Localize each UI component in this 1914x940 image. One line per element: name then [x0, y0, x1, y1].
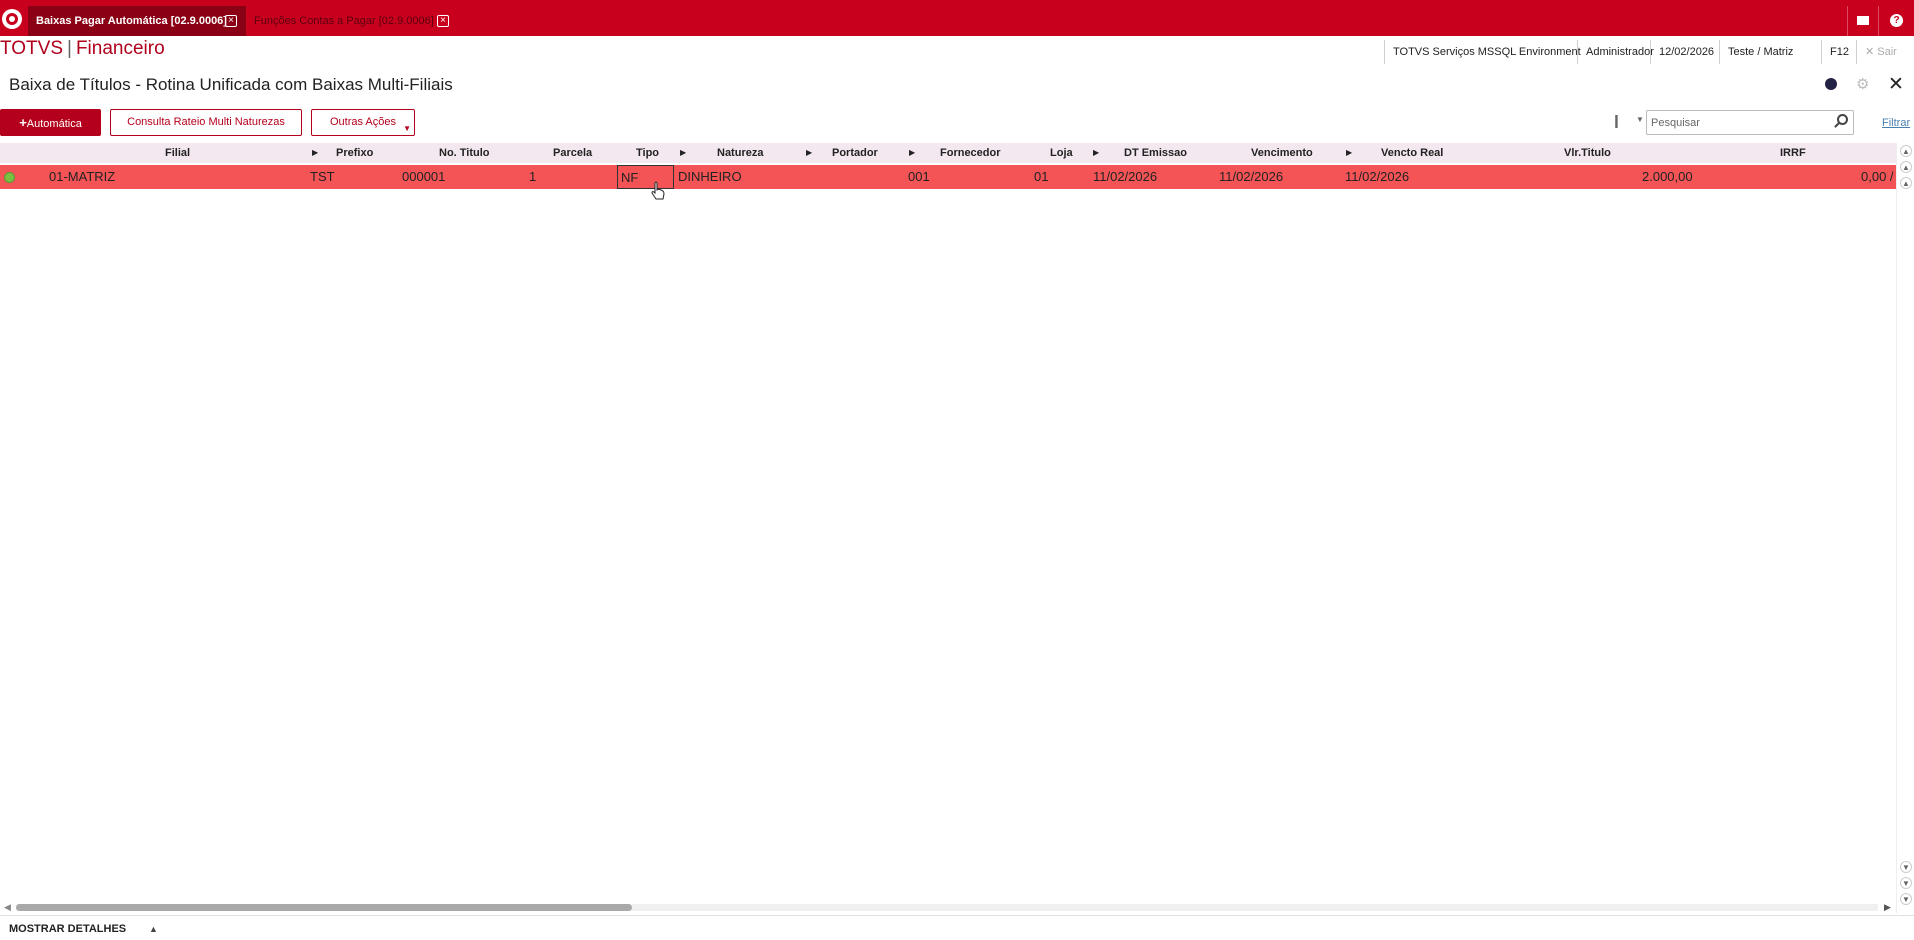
table-row[interactable]: 01-MATRIZ TST 000001 1 NF DINHEIRO 001 0… — [0, 165, 1896, 189]
page-up-icon[interactable]: ▲ — [1900, 161, 1912, 173]
brand-name: TOTVS — [0, 38, 63, 59]
gear-icon[interactable]: ⚙ — [1856, 75, 1869, 93]
exit-label: Sair — [1877, 46, 1897, 58]
sort-arrow-icon[interactable]: ▶ — [1346, 143, 1352, 163]
filter-link[interactable]: Filtrar — [1882, 117, 1910, 129]
indicator-dot-icon[interactable] — [1825, 78, 1837, 90]
column-header-parcela[interactable]: Parcela — [553, 143, 592, 163]
column-header-vlr-titulo[interactable]: Vlr.Titulo — [1564, 143, 1611, 163]
cell-vencimento[interactable]: 11/02/2026 — [1219, 165, 1283, 189]
column-header-irrf[interactable]: IRRF — [1780, 143, 1806, 163]
cell-parcela[interactable]: 1 — [529, 165, 536, 189]
search-icon[interactable] — [1837, 114, 1848, 125]
sort-arrow-icon[interactable]: ▶ — [909, 143, 915, 163]
outras-acoes-label: Outras Ações — [329, 116, 397, 128]
f12-button[interactable]: F12 — [1821, 40, 1849, 64]
brand-separator: | — [67, 38, 72, 59]
user-label[interactable]: Administrador — [1577, 40, 1654, 64]
scroll-right-icon[interactable]: ▶ — [1884, 902, 1891, 913]
date-label[interactable]: 12/02/2026 — [1650, 40, 1714, 64]
automatica-label: Automática — [26, 118, 82, 130]
branch-label[interactable]: Teste / Matriz — [1719, 40, 1793, 64]
vertical-scrollbar[interactable]: ▲ ▲ ▲ ▼ ▼ ▼ — [1896, 143, 1914, 913]
horizontal-scrollbar[interactable]: ◀ ▶ — [0, 902, 1896, 913]
close-tab-icon[interactable]: × — [437, 15, 449, 27]
column-header-no-titulo[interactable]: No. Titulo — [439, 143, 490, 163]
sort-arrow-icon[interactable]: ▶ — [680, 143, 686, 163]
column-header-natureza[interactable]: Natureza — [717, 143, 763, 163]
scroll-down-icon[interactable]: ▼ — [1900, 861, 1912, 873]
cell-tipo[interactable]: NF — [617, 165, 674, 189]
column-header-tipo[interactable]: Tipo — [636, 143, 659, 163]
column-header-vencimento[interactable]: Vencimento — [1251, 143, 1313, 163]
column-header-prefixo[interactable]: Prefixo — [336, 143, 373, 163]
scroll-top-icon[interactable]: ▲ — [1900, 145, 1912, 157]
help-icon[interactable]: ? — [1878, 6, 1914, 36]
scroll-up-icon[interactable]: ▲ — [1900, 177, 1912, 189]
search-input[interactable] — [1646, 110, 1854, 135]
sort-arrow-icon[interactable]: ▶ — [806, 143, 812, 163]
chevron-down-icon: ▼ — [403, 124, 411, 133]
scrollbar-thumb[interactable] — [16, 904, 632, 911]
status-dot-icon — [4, 172, 15, 183]
status-bar: TOTVS Serviços MSSQL Environment Adminis… — [1384, 40, 1914, 64]
sort-arrow-icon[interactable]: ▶ — [312, 143, 318, 163]
hand-cursor-icon — [651, 181, 665, 200]
chevron-down-icon[interactable]: ▼ — [1636, 115, 1644, 124]
column-header-filial[interactable]: Filial — [165, 143, 190, 163]
plus-icon: + — [19, 115, 27, 130]
cell-prefixo[interactable]: TST — [310, 165, 335, 189]
tab-label: Baixas Pagar Automática [02.9.0006] — [36, 15, 227, 27]
cell-fornecedor[interactable]: 001 — [908, 165, 930, 189]
show-details-toggle[interactable]: MOSTRAR DETALHES — [9, 923, 126, 935]
columns-icon[interactable]: ||| — [1614, 112, 1619, 128]
column-header-fornecedor[interactable]: Fornecedor — [940, 143, 1001, 163]
cell-loja[interactable]: 01 — [1034, 165, 1048, 189]
cell-irrf[interactable]: 0,00 / — [1861, 165, 1894, 189]
tab-label: Funções Contas a Pagar [02.9.0006] — [254, 15, 434, 27]
close-tab-icon[interactable]: × — [225, 15, 237, 27]
cell-vencto-real[interactable]: 11/02/2026 — [1345, 165, 1409, 189]
environment-label[interactable]: TOTVS Serviços MSSQL Environment — [1384, 40, 1581, 64]
brand: TOTVS | Financeiro — [0, 38, 165, 60]
chevron-up-icon[interactable]: ▲ — [149, 924, 158, 934]
exit-button[interactable]: ✕ Sair — [1856, 40, 1897, 64]
cell-no-titulo[interactable]: 000001 — [402, 165, 445, 189]
page-down-icon[interactable]: ▼ — [1900, 877, 1912, 889]
tab-bar: Baixas Pagar Automática [02.9.0006] × Fu… — [0, 0, 1914, 36]
automatica-button[interactable]: +Automática — [0, 109, 101, 136]
consulta-rateio-button[interactable]: Consulta Rateio Multi Naturezas — [110, 109, 302, 136]
column-header-dt-emissao[interactable]: DT Emissao — [1124, 143, 1187, 163]
exit-icon: ✕ — [1865, 46, 1875, 58]
close-icon[interactable]: ✕ — [1888, 73, 1904, 96]
scroll-bottom-icon[interactable]: ▼ — [1900, 893, 1912, 905]
column-header-vencto-real[interactable]: Vencto Real — [1381, 143, 1443, 163]
column-header-loja[interactable]: Loja — [1050, 143, 1073, 163]
totvs-logo-icon[interactable] — [0, 0, 26, 36]
mail-icon[interactable] — [1847, 6, 1877, 36]
cell-dt-emissao[interactable]: 11/02/2026 — [1093, 165, 1157, 189]
sort-arrow-icon[interactable]: ▶ — [1093, 143, 1099, 163]
column-header-portador[interactable]: Portador — [832, 143, 878, 163]
outras-acoes-button[interactable]: Outras Ações ▼ — [311, 109, 415, 136]
tab-baixas-pagar[interactable]: Baixas Pagar Automática [02.9.0006] × — [28, 6, 246, 36]
cell-vlr-titulo[interactable]: 2.000,00 — [1642, 165, 1693, 189]
footer: MOSTRAR DETALHES ▲ — [0, 915, 1914, 940]
tab-funcoes-contas[interactable]: Funções Contas a Pagar [02.9.0006] × — [246, 6, 454, 36]
grid-header: Filial ▶ Prefixo No. Titulo Parcela Tipo… — [0, 143, 1896, 163]
cell-filial[interactable]: 01-MATRIZ — [49, 165, 115, 189]
cell-natureza[interactable]: DINHEIRO — [678, 165, 742, 189]
module-name: Financeiro — [75, 38, 165, 59]
page-title: Baixa de Títulos - Rotina Unificada com … — [9, 75, 453, 94]
scroll-left-icon[interactable]: ◀ — [4, 902, 11, 913]
